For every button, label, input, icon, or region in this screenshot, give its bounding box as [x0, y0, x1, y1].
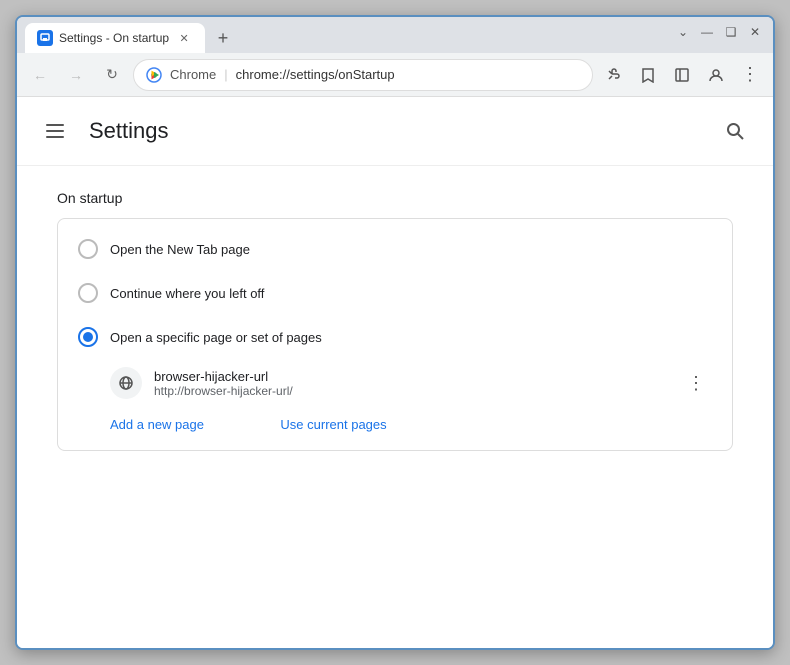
url-site-icon [110, 367, 142, 399]
browser-toolbar: ← → ↻ Chrome | chrome://settings/onStart… [17, 53, 773, 97]
settings-header: Settings [17, 97, 773, 166]
minimize-button[interactable]: — [697, 22, 717, 42]
profile-button[interactable] [701, 60, 731, 90]
maximize-button[interactable]: ❑ [721, 22, 741, 42]
menu-button[interactable]: ⋮ [735, 60, 765, 90]
radio-selected-dot [83, 332, 93, 342]
url-site-name: browser-hijacker-url [154, 369, 668, 384]
tab-close-button[interactable]: ✕ [175, 29, 193, 47]
option-continue-label: Continue where you left off [110, 286, 264, 301]
reload-button[interactable]: ↻ [97, 60, 127, 90]
settings-container: Settings On startup Open the New Tab pag… [17, 97, 773, 648]
share-button[interactable] [599, 60, 629, 90]
add-new-page-button[interactable]: Add a new page [58, 407, 224, 442]
option-specific-label: Open a specific page or set of pages [110, 330, 322, 345]
option-specific[interactable]: Open a specific page or set of pages [58, 315, 732, 359]
title-bar: Settings - On startup ✕ + ⌄ — ❑ ✕ [17, 17, 773, 53]
browser-window: Settings - On startup ✕ + ⌄ — ❑ ✕ ← → ↻ [15, 15, 775, 650]
forward-button[interactable]: → [61, 60, 91, 90]
section-title: On startup [57, 190, 733, 206]
cascade-button[interactable]: ⌄ [673, 22, 693, 42]
bookmark-button[interactable] [633, 60, 663, 90]
active-tab[interactable]: Settings - On startup ✕ [25, 23, 205, 53]
window-controls: ⌄ — ❑ ✕ [673, 22, 765, 42]
address-prefix: Chrome [170, 67, 216, 82]
startup-options-card: Open the New Tab page Continue where you… [57, 218, 733, 451]
use-current-pages-button[interactable]: Use current pages [228, 407, 406, 442]
url-info: browser-hijacker-url http://browser-hija… [154, 369, 668, 398]
url-site-address: http://browser-hijacker-url/ [154, 384, 668, 398]
address-bar[interactable]: Chrome | chrome://settings/onStartup [133, 59, 593, 91]
page-title: Settings [89, 118, 701, 144]
radio-new-tab[interactable] [78, 239, 98, 259]
close-button[interactable]: ✕ [745, 22, 765, 42]
chrome-icon [146, 67, 162, 83]
hamburger-menu-button[interactable] [37, 113, 73, 149]
address-separator: | [224, 67, 227, 82]
new-tab-button[interactable]: + [209, 24, 237, 52]
settings-content: On startup Open the New Tab page Continu… [17, 166, 773, 475]
url-entry: browser-hijacker-url http://browser-hija… [58, 359, 732, 407]
back-button[interactable]: ← [25, 60, 55, 90]
option-continue[interactable]: Continue where you left off [58, 271, 732, 315]
tab-title: Settings - On startup [59, 31, 169, 45]
search-settings-button[interactable] [717, 113, 753, 149]
address-url: chrome://settings/onStartup [236, 67, 395, 82]
radio-continue[interactable] [78, 283, 98, 303]
url-entry-menu-button[interactable]: ⋮ [680, 367, 712, 399]
option-new-tab[interactable]: Open the New Tab page [58, 227, 732, 271]
option-new-tab-label: Open the New Tab page [110, 242, 250, 257]
radio-specific[interactable] [78, 327, 98, 347]
tab-favicon [37, 30, 53, 46]
toolbar-actions: ⋮ [599, 60, 765, 90]
sidebar-button[interactable] [667, 60, 697, 90]
